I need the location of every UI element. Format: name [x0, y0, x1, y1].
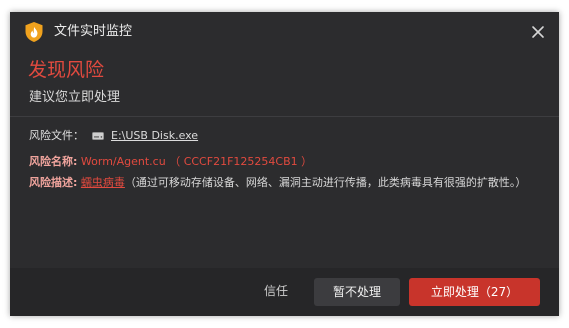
- dialog-footer: 信任 暂不处理 立即处理（27）: [10, 268, 559, 316]
- alert-dialog: 文件实时监控 发现风险 建议您立即处理 风险文件： E:\USB Disk.ex…: [10, 12, 559, 316]
- virus-hash: （ CCCF21F125254CB1 ）: [169, 155, 313, 168]
- shield-flame-icon: [25, 22, 43, 42]
- title-bar: 文件实时监控: [10, 12, 559, 52]
- close-icon[interactable]: [529, 23, 547, 41]
- risk-file-path[interactable]: E:\USB Disk.exe: [111, 129, 198, 142]
- header-divider: [10, 116, 559, 117]
- alert-heading: 发现风险: [28, 59, 105, 81]
- virus-name: Worm/Agent.cu: [80, 155, 166, 168]
- ignore-button[interactable]: 暂不处理: [314, 278, 400, 306]
- handle-now-button[interactable]: 立即处理（27）: [409, 278, 540, 306]
- trust-button[interactable]: 信任: [264, 282, 288, 300]
- window-title: 文件实时监控: [54, 24, 133, 39]
- risk-desc-label: 风险描述:: [29, 176, 78, 189]
- drive-icon: [91, 132, 104, 140]
- risk-desc-text: （通过可移动存储设备、网络、漏洞主动进行传播，此类病毒具有很强的扩散性。）: [124, 176, 527, 189]
- risk-file-row: 风险文件： E:\USB Disk.exe: [29, 127, 198, 144]
- risk-name-label: 风险名称:: [29, 155, 78, 168]
- risk-name-row: 风险名称: Worm/Agent.cu （ CCCF21F125254CB1 ）: [29, 153, 312, 170]
- risk-file-label: 风险文件：: [29, 129, 84, 142]
- alert-subtitle: 建议您立即处理: [29, 90, 121, 105]
- risk-desc-row: 风险描述: 蠕虫病毒（通过可移动存储设备、网络、漏洞主动进行传播，此类病毒具有很…: [29, 174, 549, 192]
- worm-virus-link[interactable]: 蠕虫病毒: [81, 176, 125, 189]
